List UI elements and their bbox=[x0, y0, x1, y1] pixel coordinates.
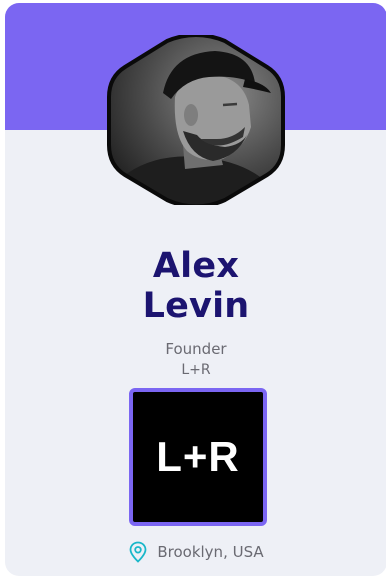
profile-card: Alex Levin Founder L+R L+R Brooklyn, USA bbox=[5, 3, 386, 576]
profile-last-name: Levin bbox=[142, 286, 250, 326]
map-pin-icon bbox=[128, 541, 148, 563]
profile-role: Founder bbox=[165, 340, 227, 358]
profile-location: Brooklyn, USA bbox=[5, 541, 386, 563]
profile-company: L+R bbox=[181, 362, 211, 378]
avatar bbox=[105, 35, 287, 205]
profile-first-name: Alex bbox=[152, 246, 240, 286]
profile-location-text: Brooklyn, USA bbox=[157, 543, 264, 561]
company-logo[interactable]: L+R bbox=[129, 388, 267, 526]
avatar-photo bbox=[107, 35, 285, 205]
company-logo-text: L+R bbox=[156, 433, 240, 480]
